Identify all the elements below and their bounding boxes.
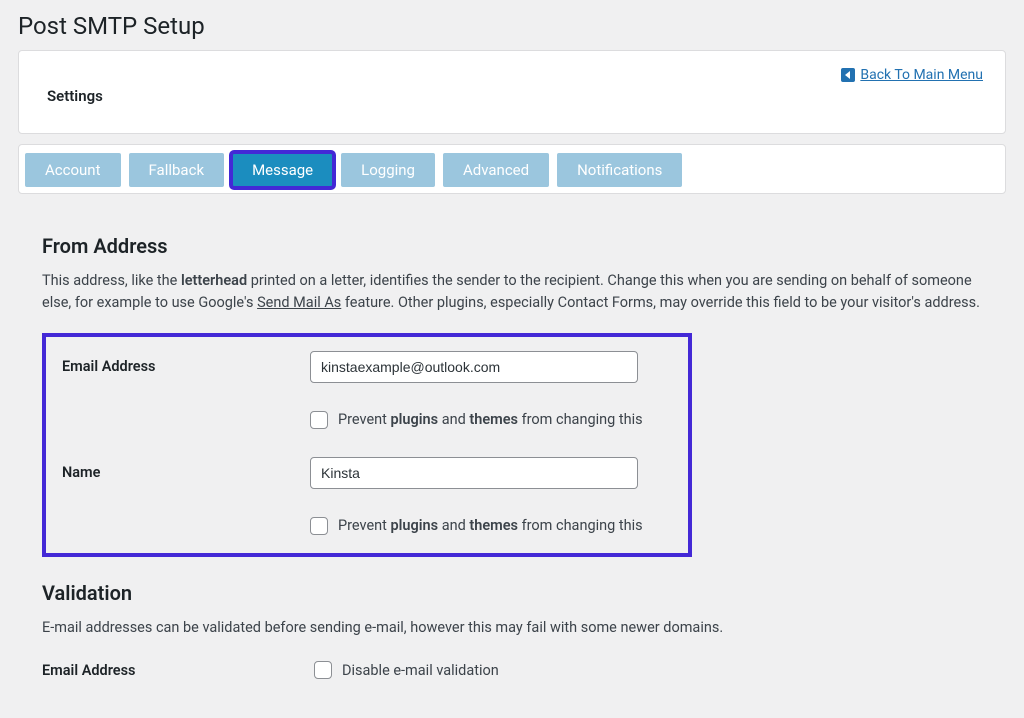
content-area: From Address This address, like the lett… <box>18 194 1006 679</box>
disable-validation-label: Disable e-mail validation <box>342 662 499 679</box>
tab-account[interactable]: Account <box>25 153 121 187</box>
name-input[interactable] <box>310 457 638 489</box>
tab-logging[interactable]: Logging <box>341 153 435 187</box>
validation-heading: Validation <box>42 581 982 605</box>
from-address-description: This address, like the letterhead printe… <box>42 270 982 315</box>
validation-description: E-mail addresses can be validated before… <box>42 617 982 639</box>
prevent-name-label: Prevent plugins and themes from changing… <box>338 517 643 534</box>
prevent-name-checkbox[interactable] <box>310 517 328 535</box>
validation-section: Validation E-mail addresses can be valid… <box>42 581 982 679</box>
setup-panel: Back To Main Menu Settings <box>18 50 1006 134</box>
validation-email-label: Email Address <box>42 662 314 679</box>
email-address-label: Email Address <box>62 358 310 375</box>
prevent-email-checkbox[interactable] <box>310 411 328 429</box>
prevent-email-label: Prevent plugins and themes from changing… <box>338 411 643 428</box>
tabs-bar: Account Fallback Message Logging Advance… <box>18 144 1006 194</box>
email-address-input[interactable] <box>310 351 638 383</box>
settings-heading: Settings <box>47 87 977 105</box>
back-link-container: Back To Main Menu <box>840 67 983 83</box>
back-to-main-link[interactable]: Back To Main Menu <box>860 67 983 83</box>
from-address-highlight: Email Address Prevent plugins and themes… <box>42 333 692 557</box>
tab-notifications[interactable]: Notifications <box>557 153 682 187</box>
tab-message[interactable]: Message <box>232 153 333 187</box>
tab-fallback[interactable]: Fallback <box>129 153 225 187</box>
name-label: Name <box>62 464 310 481</box>
from-address-heading: From Address <box>42 234 982 258</box>
back-icon <box>840 67 856 83</box>
page-title: Post SMTP Setup <box>18 0 1006 50</box>
tab-advanced[interactable]: Advanced <box>443 153 549 187</box>
disable-validation-checkbox[interactable] <box>314 661 332 679</box>
send-mail-as-link[interactable]: Send Mail As <box>257 294 341 311</box>
